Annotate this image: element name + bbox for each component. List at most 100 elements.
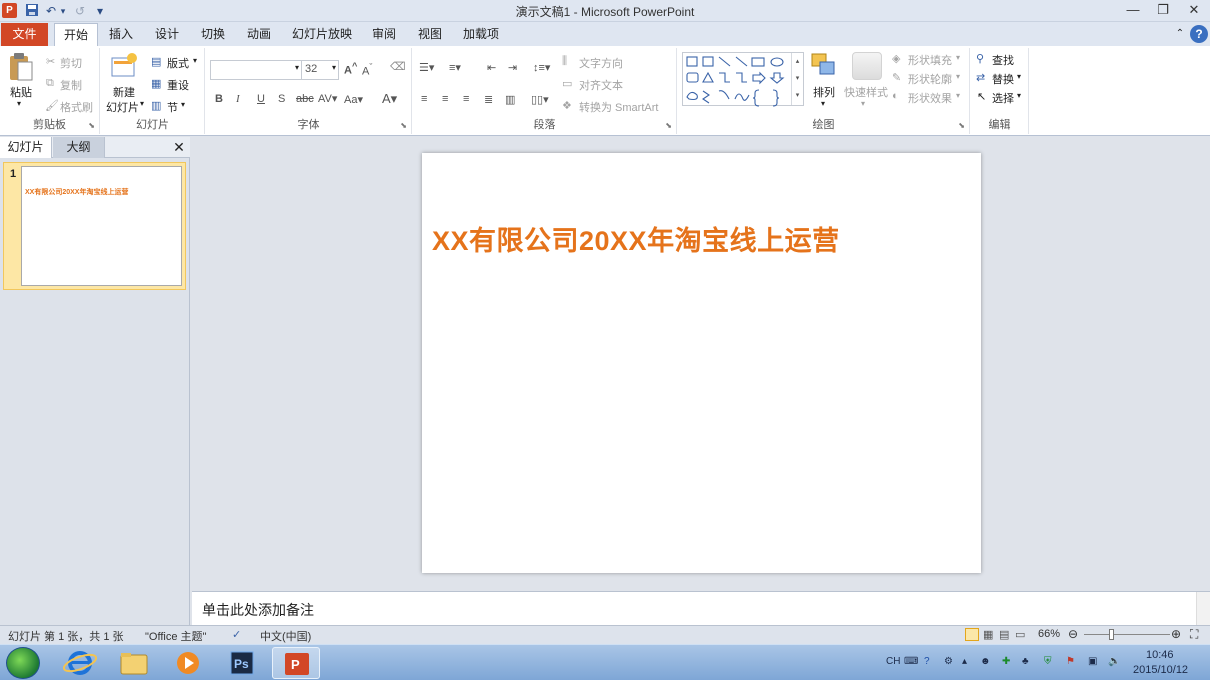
shape-fill-icon[interactable]: ◈ xyxy=(892,52,900,65)
tab-insert[interactable]: 插入 xyxy=(100,23,142,46)
normal-view-icon[interactable] xyxy=(965,628,979,641)
shapes-scroll[interactable]: ▴ ▾ ▾ xyxy=(791,53,803,105)
tab-slides-panel[interactable]: 幻灯片 xyxy=(0,137,52,158)
slide-canvas[interactable]: XX有限公司20XX年淘宝线上运营 xyxy=(422,153,981,573)
find-icon[interactable]: ⚲ xyxy=(976,52,984,65)
tab-home[interactable]: 开始 xyxy=(54,23,98,47)
language[interactable]: 中文(中国) xyxy=(260,628,311,644)
reset-button[interactable]: 重设 xyxy=(167,77,189,93)
line-spacing-icon[interactable]: ↕≡▾ xyxy=(533,61,550,74)
shield-tray-icon[interactable]: ⛨ xyxy=(1044,656,1052,667)
shape-effects-button[interactable]: 形状效果 xyxy=(908,90,952,106)
decrease-indent-icon[interactable]: ⇤ xyxy=(487,61,496,74)
find-button[interactable]: 查找 xyxy=(992,52,1014,68)
smartart-button[interactable]: 转换为 SmartArt xyxy=(579,99,658,115)
shapes-gallery[interactable]: ▴ ▾ ▾ xyxy=(682,52,804,107)
font-launcher-icon[interactable]: ⬊ xyxy=(400,121,407,130)
paste-dropdown-icon[interactable]: ▾ xyxy=(17,99,21,108)
layout-button[interactable]: 版式 xyxy=(167,55,189,71)
font-color-icon[interactable]: A▾ xyxy=(382,91,397,107)
slide-thumbnail[interactable]: 1 XX有限公司20XX年淘宝线上运营 xyxy=(3,162,186,290)
replace-chevron-icon[interactable]: ▾ xyxy=(1017,72,1021,81)
shrink-font-icon[interactable]: Aˇ xyxy=(362,62,372,78)
minimize-ribbon-icon[interactable]: ⌃ xyxy=(1172,23,1188,46)
ime-settings-icon[interactable]: ⚙ xyxy=(944,656,953,667)
clock-time[interactable]: 10:46 xyxy=(1146,649,1174,661)
quick-styles-button[interactable]: 快速样式 xyxy=(844,84,888,100)
redo-icon[interactable]: ↺ xyxy=(73,3,87,19)
notes-placeholder[interactable]: 单击此处添加备注 xyxy=(202,600,314,620)
select-icon[interactable]: ↖ xyxy=(977,90,986,103)
volume-icon[interactable]: 🔈 xyxy=(1108,656,1120,667)
new-slide-button[interactable]: 新建 xyxy=(113,84,135,100)
tab-animations[interactable]: 动画 xyxy=(238,23,280,46)
drawing-launcher-icon[interactable]: ⬊ xyxy=(958,121,965,130)
font-name-chevron-icon[interactable]: ▾ xyxy=(295,63,299,72)
save-icon[interactable] xyxy=(24,3,40,19)
columns-icon[interactable]: ▯▯▾ xyxy=(531,93,549,106)
section-icon[interactable]: ▥ xyxy=(151,99,161,112)
powerpoint-app-icon[interactable]: P xyxy=(2,3,17,18)
section-button[interactable]: 节 xyxy=(167,99,178,115)
text-direction-button[interactable]: 文字方向 xyxy=(579,55,623,71)
shape-outline-chevron-icon[interactable]: ▾ xyxy=(956,72,960,81)
network-icon[interactable]: ▣ xyxy=(1088,656,1097,667)
slide-title[interactable]: XX有限公司20XX年淘宝线上运营 xyxy=(432,219,840,258)
shadow-icon[interactable]: S xyxy=(278,93,285,105)
new-slide-icon[interactable] xyxy=(110,52,138,83)
layout-chevron-icon[interactable]: ▾ xyxy=(193,56,197,65)
user-tray-icon[interactable]: ☻ xyxy=(980,656,991,667)
zoom-slider-thumb[interactable] xyxy=(1108,629,1114,640)
keyboard-icon[interactable]: ⌨ xyxy=(904,656,918,667)
action-center-icon[interactable]: ⚑ xyxy=(1066,656,1075,667)
tab-file[interactable]: 文件 xyxy=(1,23,48,46)
reset-icon[interactable]: ▦ xyxy=(151,77,161,90)
fit-to-window-icon[interactable]: ⛶ xyxy=(1190,627,1198,642)
shape-fill-chevron-icon[interactable]: ▾ xyxy=(956,53,960,62)
customize-qat-icon[interactable]: ▾ xyxy=(94,3,106,19)
tab-outline-panel[interactable]: 大纲 xyxy=(53,137,105,158)
section-chevron-icon[interactable]: ▾ xyxy=(181,100,185,109)
zoom-level[interactable]: 66% xyxy=(1038,628,1060,640)
shape-effects-icon[interactable]: ◐ xyxy=(892,90,899,102)
photoshop-icon[interactable]: Ps xyxy=(218,647,266,679)
tab-view[interactable]: 视图 xyxy=(410,23,450,46)
quick-styles-icon[interactable] xyxy=(852,52,882,80)
close-icon[interactable]: ✕ xyxy=(1179,0,1209,20)
arrange-icon[interactable] xyxy=(810,52,838,83)
shape-fill-button[interactable]: 形状填充 xyxy=(908,52,952,68)
char-spacing-icon[interactable]: AV▾ xyxy=(318,92,337,105)
reading-view-icon[interactable]: ▤ xyxy=(999,628,1009,641)
quick-styles-chevron-icon[interactable]: ▾ xyxy=(861,99,865,108)
powerpoint-taskbar-button[interactable]: P xyxy=(272,647,320,679)
bullets-icon[interactable]: ☰▾ xyxy=(419,61,434,74)
increase-indent-icon[interactable]: ⇥ xyxy=(508,61,517,74)
align-right-icon[interactable]: ≡ xyxy=(463,93,469,105)
arrange-chevron-icon[interactable]: ▾ xyxy=(821,99,825,108)
shape-effects-chevron-icon[interactable]: ▾ xyxy=(956,91,960,100)
clear-formatting-icon[interactable]: ⌫ xyxy=(390,60,406,73)
distributed-icon[interactable]: ▥ xyxy=(505,93,515,106)
undo-icon[interactable]: ↶ xyxy=(44,3,58,19)
tab-review[interactable]: 审阅 xyxy=(364,23,404,46)
minimize-icon[interactable]: — xyxy=(1118,0,1148,20)
zoom-out-icon[interactable]: ⊖ xyxy=(1068,627,1078,641)
copy-button[interactable]: 复制 xyxy=(60,77,82,93)
new-slide-dropdown[interactable]: 幻灯片 xyxy=(106,99,139,115)
internet-explorer-icon[interactable] xyxy=(56,647,104,679)
zoom-slider-track[interactable] xyxy=(1084,634,1170,635)
underline-icon[interactable]: U xyxy=(257,93,265,105)
change-case-icon[interactable]: Aa▾ xyxy=(344,93,363,106)
align-left-icon[interactable]: ≡ xyxy=(421,93,427,105)
slideshow-view-icon[interactable]: ▭ xyxy=(1015,628,1025,641)
cut-icon[interactable]: ✂ xyxy=(46,55,55,68)
text-direction-icon[interactable]: ⫼ xyxy=(562,55,567,68)
start-button-icon[interactable] xyxy=(6,647,40,679)
justify-icon[interactable]: ≣ xyxy=(484,93,493,106)
paragraph-launcher-icon[interactable]: ⬊ xyxy=(665,121,672,130)
new-slide-chevron-icon[interactable]: ▾ xyxy=(140,99,144,108)
input-lang[interactable]: CH xyxy=(886,656,900,667)
shape-outline-icon[interactable]: ✎ xyxy=(892,71,901,84)
file-explorer-icon[interactable] xyxy=(110,647,158,679)
copy-icon[interactable]: ⧉ xyxy=(46,77,54,90)
